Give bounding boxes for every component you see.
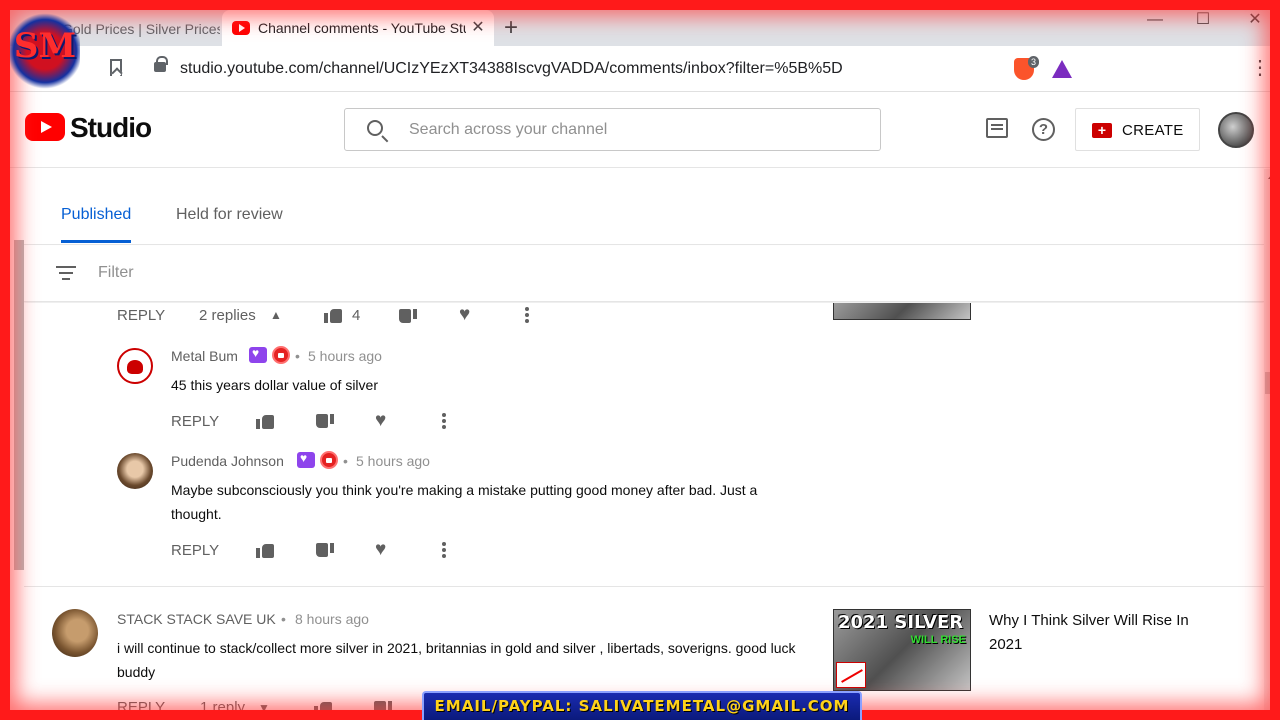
separator-dot: • [343,453,348,469]
comment-text: 45 this years dollar value of silver [171,377,378,393]
dislike-icon[interactable] [399,309,417,325]
separator-dot: • [281,611,286,627]
create-label: CREATE [1122,122,1184,139]
filter-bar: Filter [24,246,1264,302]
browser-menu-icon[interactable]: ⋮ [1250,58,1270,78]
replies-toggle[interactable]: 1 reply [200,699,245,716]
comment-author[interactable]: Pudenda Johnson [171,453,284,469]
video-thumbnail[interactable] [833,303,971,320]
reply-button[interactable]: REPLY [171,542,219,559]
filter-input[interactable]: Filter [98,264,134,282]
comment-time[interactable]: 5 hours ago [308,348,382,364]
heart-icon[interactable]: ♥ [459,305,477,324]
tab-active-indicator [61,240,131,243]
heart-icon[interactable]: ♥ [375,411,393,430]
search-input[interactable] [409,109,869,150]
bookmark-icon[interactable] [110,59,122,76]
email-banner-text: EMAIL/PAYPAL: SALIVATEMETAL@GMAIL.COM [434,697,850,715]
tab-close-icon[interactable]: ✕ [468,18,488,38]
search-icon[interactable] [367,120,383,136]
brave-shields-count: 3 [1028,56,1040,68]
feedback-icon[interactable] [986,118,1008,138]
scroll-up-icon[interactable] [1268,174,1276,179]
avatar[interactable] [117,453,153,489]
channel-logo-text: SM [13,26,77,66]
sponsor-badge-icon [320,451,338,469]
thread-divider [24,586,1264,587]
url-text[interactable]: studio.youtube.com/channel/UCIzYEzXT3438… [180,52,843,86]
window-close-button[interactable]: ✕ [1240,8,1270,32]
replies-toggle[interactable]: 2 replies [199,307,256,324]
reply-button[interactable]: REPLY [117,307,165,324]
like-count: 4 [352,307,361,324]
tab-published[interactable]: Published [61,206,131,224]
like-icon[interactable] [256,542,274,558]
search-box[interactable] [344,108,881,151]
new-tab-button[interactable]: + [504,14,518,42]
comment-text: Maybe subconsciously you think you're ma… [171,482,758,522]
avatar[interactable] [117,348,153,384]
more-actions-icon[interactable] [441,412,447,430]
like-icon[interactable] [324,307,342,323]
scrollbar-thumb[interactable] [1265,372,1279,394]
tab-title: Channel comments - YouTube Studio [258,20,466,36]
separator-dot: • [295,348,300,364]
heart-icon[interactable]: ♥ [375,540,393,559]
browser-toolbar: studio.youtube.com/channel/UCIzYEzXT3438… [0,46,1280,92]
brave-rewards-icon[interactable] [1052,60,1072,78]
help-icon[interactable]: ? [1032,118,1055,141]
comment-author[interactable]: Metal Bum [171,348,238,364]
video-title[interactable]: Why I Think Silver Will Rise In 2021 [989,609,1209,657]
member-badge-icon [297,451,315,468]
window-maximize-button[interactable]: ☐ [1188,8,1218,32]
chart-icon [836,662,866,688]
youtube-favicon-icon [232,21,250,35]
channel-logo: SM [10,12,80,90]
video-camera-icon: + [1092,123,1112,138]
avatar[interactable] [52,609,98,657]
video-thumbnail[interactable]: 2021 SILVER WILL RISE [833,609,971,691]
reply-button[interactable]: REPLY [117,699,165,716]
filter-icon[interactable] [56,266,76,280]
like-icon[interactable] [256,413,274,429]
sponsor-badge-icon [272,346,290,364]
account-avatar[interactable] [1218,112,1254,148]
chevron-down-icon[interactable]: ▼ [258,701,270,715]
studio-header: Studio ? + CREATE [0,92,1280,168]
more-actions-icon[interactable] [441,541,447,559]
comment-time[interactable]: 8 hours ago [295,611,369,627]
comment-text: i will continue to stack/collect more si… [117,640,796,680]
chevron-up-icon[interactable]: ▲ [270,308,282,322]
page-scrollbar[interactable] [1264,169,1280,720]
browser-tab-active[interactable]: Channel comments - YouTube Studio ✕ [222,10,494,46]
studio-logo-text[interactable]: Studio [70,112,152,144]
thumbnail-subtitle: WILL RISE [910,634,966,646]
create-button[interactable]: + CREATE [1075,108,1200,151]
sidebar-scrollbar[interactable] [14,240,24,570]
browser-tabstrip: Gold Prices | Silver Prices | Platinum C… [0,0,1280,46]
comments-tabs: Published Held for review [24,169,1264,245]
dislike-icon[interactable] [316,414,334,430]
reply-button[interactable]: REPLY [171,413,219,430]
email-banner: EMAIL/PAYPAL: SALIVATEMETAL@GMAIL.COM [422,691,862,720]
address-bar[interactable]: studio.youtube.com/channel/UCIzYEzXT3438… [140,52,1080,86]
comment-time[interactable]: 5 hours ago [356,453,430,469]
tab-held-for-review[interactable]: Held for review [176,206,283,224]
youtube-logo-icon[interactable] [25,113,65,141]
comment-author[interactable]: STACK STACK SAVE UK [117,611,276,627]
thumbnail-title: 2021 SILVER [838,612,964,633]
window-minimize-button[interactable]: — [1140,8,1170,32]
more-actions-icon[interactable] [524,306,530,324]
lock-icon[interactable] [154,56,168,72]
dislike-icon[interactable] [374,701,392,717]
comments-list: REPLY 2 replies ▲ 4 ♥ Metal Bum • 5 hour… [24,303,1264,720]
member-badge-icon [249,346,267,363]
like-icon[interactable] [314,700,332,716]
dislike-icon[interactable] [316,543,334,559]
